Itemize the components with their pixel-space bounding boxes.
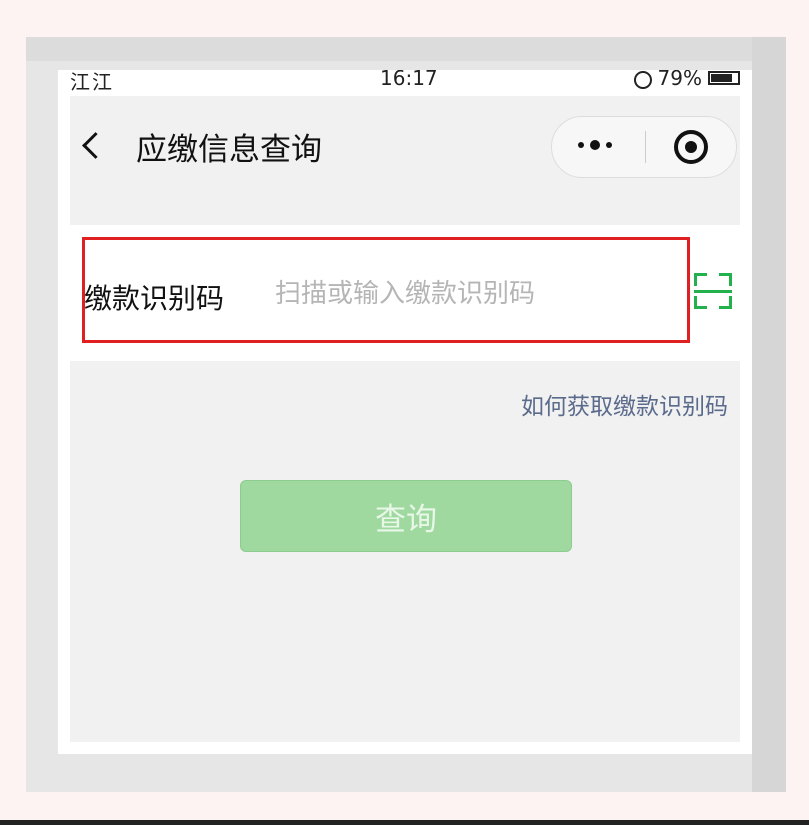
close-icon[interactable] (674, 130, 708, 164)
signal-indicator: 江江 (70, 70, 114, 94)
page-title: 应缴信息查询 (136, 132, 322, 168)
photo-frame-bevel-right (752, 37, 786, 792)
more-icon[interactable] (578, 139, 620, 153)
status-right-group: 79% (633, 70, 740, 90)
more-dot (578, 142, 584, 148)
more-dot (606, 142, 612, 148)
photo-frame-bevel-top (26, 37, 786, 61)
scan-corner (719, 296, 732, 309)
scan-line (694, 290, 732, 293)
scan-corner (694, 296, 707, 309)
alarm-icon (633, 71, 652, 89)
menu-capsule (551, 116, 737, 178)
scan-corner (719, 273, 732, 286)
battery-percent: 79% (657, 70, 702, 90)
back-icon[interactable] (82, 132, 109, 159)
payment-code-label: 缴款识别码 (84, 282, 225, 315)
scan-icon[interactable] (694, 273, 732, 309)
battery-icon (708, 71, 740, 85)
payment-code-row: 缴款识别码 (70, 225, 740, 361)
scan-corner (694, 273, 707, 286)
how-to-get-code-link[interactable]: 如何获取缴款识别码 (521, 387, 728, 421)
battery-fill (711, 74, 732, 82)
status-bar: 江江 16:17 79% (70, 70, 740, 96)
mini-program-page: 江江 16:17 79% 应缴信息查询 缴款识别码 扫描或输入缴款识别码 如何获… (70, 70, 740, 742)
more-dot (590, 140, 600, 150)
status-time: 16:17 (380, 70, 438, 90)
navigation-bar: 应缴信息查询 (70, 96, 740, 196)
phone-screen: 江江 16:17 79% 应缴信息查询 缴款识别码 扫描或输入缴款识别码 如何获… (58, 70, 752, 754)
bottom-edge (0, 820, 809, 825)
capsule-divider (645, 131, 646, 163)
payment-code-input[interactable] (275, 271, 655, 317)
query-button[interactable]: 查询 (240, 480, 572, 552)
